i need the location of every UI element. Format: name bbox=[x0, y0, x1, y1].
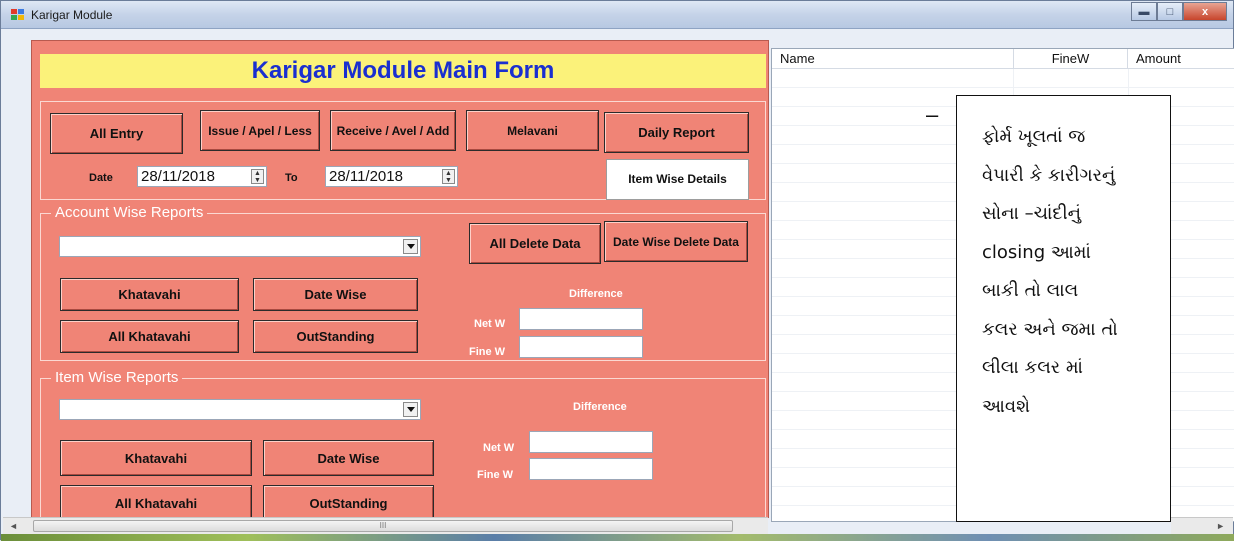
close-button[interactable]: x bbox=[1183, 2, 1227, 21]
item-outstanding-button[interactable]: OutStanding bbox=[263, 485, 434, 521]
grid-row-line bbox=[772, 87, 1234, 88]
window-title: Karigar Module bbox=[31, 8, 113, 22]
account-fine-w-label: Fine W bbox=[469, 346, 506, 358]
item-wise-details-button[interactable]: Item Wise Details bbox=[606, 159, 749, 200]
item-net-w-field[interactable] bbox=[529, 431, 653, 453]
minimize-button[interactable]: ▬ bbox=[1131, 2, 1157, 21]
note-line: વેપારી કે કારીગરનું bbox=[982, 164, 1116, 186]
title-bar: Karigar Module ▬ □ x bbox=[1, 1, 1233, 29]
to-date-value: 28/11/2018 bbox=[329, 168, 403, 185]
grid-col-amount[interactable]: Amount bbox=[1128, 49, 1234, 69]
account-difference-label: Difference bbox=[569, 288, 623, 300]
item-wise-legend: Item Wise Reports bbox=[51, 369, 183, 386]
account-date-wise-button[interactable]: Date Wise bbox=[253, 278, 418, 311]
note-line: કલર અને જમા તો bbox=[982, 318, 1118, 340]
to-date-spinner[interactable]: ▲ ▼ bbox=[442, 169, 455, 184]
to-date-picker[interactable]: 28/11/2018 ▲ ▼ bbox=[325, 166, 458, 187]
account-wise-legend: Account Wise Reports bbox=[51, 204, 208, 221]
form-heading: Karigar Module Main Form bbox=[251, 57, 555, 84]
issue-button[interactable]: Issue / Apel / Less bbox=[200, 110, 320, 151]
note-line: closing આમાં bbox=[982, 241, 1091, 263]
chevron-down-icon[interactable] bbox=[403, 402, 418, 417]
date-wise-delete-data-button[interactable]: Date Wise Delete Data bbox=[604, 221, 748, 262]
daily-report-button[interactable]: Daily Report bbox=[604, 112, 749, 153]
account-wise-combo[interactable] bbox=[59, 236, 421, 257]
grid-header: Name FineW Amount bbox=[772, 49, 1234, 69]
item-net-w-label: Net W bbox=[483, 442, 515, 454]
main-form-panel: Karigar Module Main Form All Entry Issue… bbox=[31, 40, 769, 521]
from-date-spinner[interactable]: ▲ ▼ bbox=[251, 169, 264, 184]
item-all-khatavahi-button[interactable]: All Khatavahi bbox=[60, 485, 252, 521]
form-heading-box: Karigar Module Main Form bbox=[40, 54, 766, 88]
window-controls: ▬ □ x bbox=[1131, 2, 1227, 22]
item-fine-w-field[interactable] bbox=[529, 458, 653, 480]
receive-button[interactable]: Receive / Avel / Add bbox=[330, 110, 456, 151]
account-net-w-field[interactable] bbox=[519, 308, 643, 330]
account-wise-group: Account Wise Reports All Delete Data Dat… bbox=[40, 204, 766, 361]
app-icon bbox=[11, 9, 25, 21]
account-outstanding-button[interactable]: OutStanding bbox=[253, 320, 418, 353]
grid-horizontal-scrollbar[interactable]: ► bbox=[1171, 517, 1233, 534]
maximize-button[interactable]: □ bbox=[1157, 2, 1183, 21]
date-label: Date bbox=[89, 172, 113, 184]
note-line: બાકી તો લાલ bbox=[982, 280, 1079, 301]
account-net-w-label: Net W bbox=[474, 318, 506, 330]
item-wise-combo[interactable] bbox=[59, 399, 421, 420]
from-date-picker[interactable]: 28/11/2018 ▲ ▼ bbox=[137, 166, 267, 187]
item-wise-group: Item Wise Reports Khatavahi Date Wise Al… bbox=[40, 369, 766, 521]
item-fine-w-label: Fine W bbox=[477, 469, 514, 481]
from-date-value: 28/11/2018 bbox=[141, 168, 215, 185]
note-line: ફોર્મ ખૂલતાં જ bbox=[982, 126, 1086, 147]
scrollbar-thumb[interactable]: III bbox=[33, 520, 733, 532]
grid-col-name[interactable]: Name bbox=[780, 49, 1012, 69]
chevron-down-icon[interactable] bbox=[403, 239, 418, 254]
note-line: લીલા કલર માં bbox=[982, 357, 1083, 378]
scroll-right-icon[interactable]: ► bbox=[1216, 521, 1225, 531]
account-all-khatavahi-button[interactable]: All Khatavahi bbox=[60, 320, 239, 353]
account-fine-w-field[interactable] bbox=[519, 336, 643, 358]
scroll-left-icon[interactable]: ◄ bbox=[9, 521, 18, 531]
melavani-button[interactable]: Melavani bbox=[466, 110, 599, 151]
item-khatavahi-button[interactable]: Khatavahi bbox=[60, 440, 252, 476]
grid-col-finew[interactable]: FineW bbox=[1013, 49, 1128, 69]
note-line: સોના –ચાંદીનું bbox=[982, 203, 1082, 224]
to-label: To bbox=[285, 172, 298, 184]
top-actions-group: All Entry Issue / Apel / Less Receive / … bbox=[40, 101, 766, 200]
annotation-dash: – bbox=[926, 102, 939, 127]
note-line: આવશે bbox=[982, 395, 1030, 417]
item-date-wise-button[interactable]: Date Wise bbox=[263, 440, 434, 476]
all-entry-button[interactable]: All Entry bbox=[50, 113, 183, 154]
main-window: Karigar Module ▬ □ x Karigar Module Main… bbox=[0, 0, 1234, 541]
account-khatavahi-button[interactable]: Khatavahi bbox=[60, 278, 239, 311]
annotation-note: ફોર્મ ખૂલતાં જ વેપારી કે કારીગરનું સોના … bbox=[956, 95, 1171, 522]
horizontal-scrollbar[interactable]: ◄ III bbox=[3, 517, 768, 534]
item-difference-label: Difference bbox=[573, 401, 627, 413]
all-delete-data-button[interactable]: All Delete Data bbox=[469, 223, 601, 264]
